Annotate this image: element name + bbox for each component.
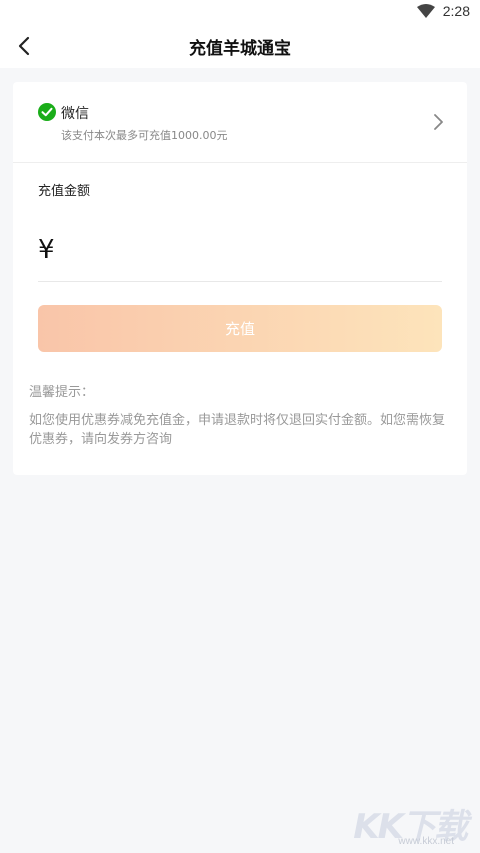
- input-underline: [38, 281, 442, 282]
- page-title: 充值羊城通宝: [189, 39, 291, 59]
- amount-input[interactable]: [71, 230, 445, 276]
- wechat-check-icon: [38, 103, 56, 121]
- status-icons: 2:28: [416, 3, 470, 19]
- tips-title: 温馨提示：: [29, 385, 95, 400]
- nav-bar: 充值羊城通宝: [0, 24, 480, 68]
- status-bar: 2:28: [0, 0, 480, 24]
- tips-body: 如您使用优惠券减免充值金，申请退款时将仅退回实付金额。如您需恢复优惠券，请向发券…: [29, 413, 446, 447]
- chevron-right-icon: [434, 114, 443, 130]
- payment-method-row[interactable]: 微信 该支付本次最多可充值1000.00元: [13, 82, 467, 162]
- divider: [13, 162, 467, 163]
- status-time: 2:28: [442, 3, 470, 19]
- amount-label: 充值金额: [38, 184, 91, 199]
- currency-symbol: ¥: [38, 235, 55, 265]
- payment-method-name: 微信: [61, 106, 89, 122]
- recharge-card: 微信 该支付本次最多可充值1000.00元 充值金额 ¥ 充值 温馨提示： 如您…: [13, 82, 467, 475]
- payment-limit-text: 该支付本次最多可充值1000.00元: [61, 129, 228, 142]
- wifi-icon: [416, 4, 435, 18]
- watermark-url: www.kkx.net: [398, 836, 454, 847]
- watermark-logo: KK下载 www.kkx.net: [352, 799, 472, 851]
- recharge-button[interactable]: 充值: [38, 305, 442, 352]
